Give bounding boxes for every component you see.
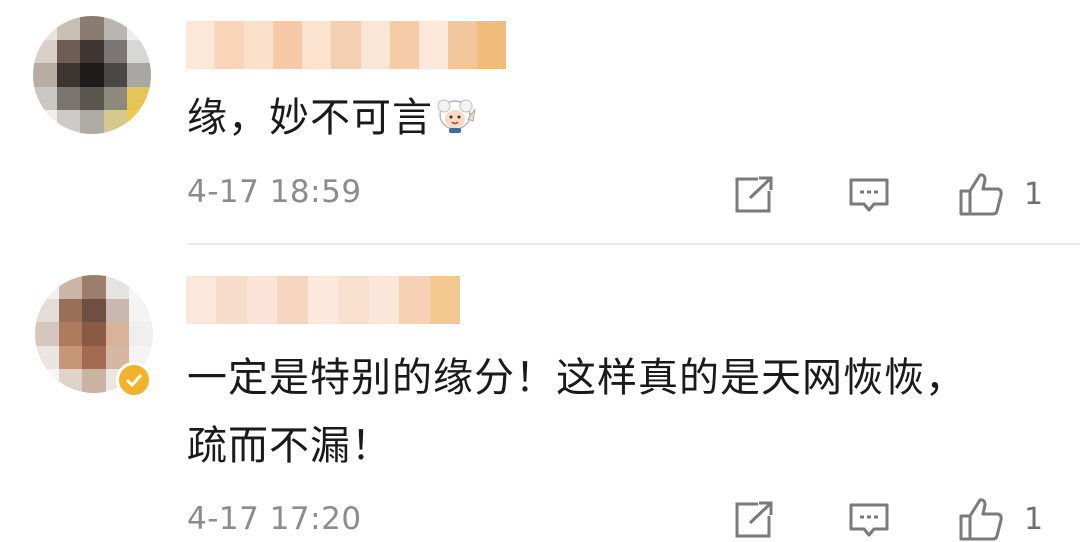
comment-text: 缘，妙不可言: [187, 84, 477, 152]
share-button[interactable]: [734, 176, 774, 214]
comment-text-line-1: 一定是特别的缘分！这样真的是天网恢恢，: [187, 355, 966, 401]
thumbs-up-icon: [959, 173, 1003, 216]
comment-timestamp: 4-17 17:20: [187, 501, 362, 537]
comment-icon: [849, 503, 889, 537]
avatar[interactable]: [33, 16, 151, 134]
comment-item-2: 一定是特别的缘分！这样真的是天网恢恢， 疏而不漏！ 4-17 17:20 1: [0, 245, 1080, 541]
share-button[interactable]: [734, 501, 774, 539]
comment-item-1: 缘，妙不可言 4-17 18:59 1: [0, 0, 1080, 243]
username-blurred[interactable]: [186, 276, 460, 324]
reply-button[interactable]: [848, 502, 890, 540]
verified-badge-icon: [116, 362, 152, 398]
sheep-sticker-icon: [435, 88, 477, 133]
comment-text: 一定是特别的缘分！这样真的是天网恢恢， 疏而不漏！: [187, 344, 966, 480]
like-button[interactable]: 1: [958, 496, 1043, 542]
thumbs-up-icon: [959, 498, 1003, 541]
like-button[interactable]: 1: [958, 171, 1043, 217]
username-blurred[interactable]: [186, 21, 507, 69]
like-count: 1: [1024, 501, 1044, 537]
comment-text-line-2: 疏而不漏！: [187, 423, 392, 469]
comment-text-content: 缘，妙不可言: [187, 95, 433, 141]
comment-icon: [849, 178, 889, 212]
like-count: 1: [1024, 176, 1044, 212]
share-icon: [735, 176, 773, 213]
share-icon: [735, 501, 773, 538]
comment-timestamp: 4-17 18:59: [187, 174, 362, 210]
reply-button[interactable]: [848, 177, 890, 215]
